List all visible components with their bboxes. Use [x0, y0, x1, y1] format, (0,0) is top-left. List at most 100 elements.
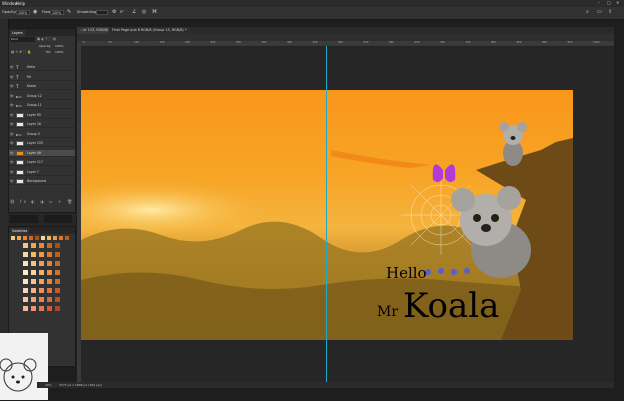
recent-swatch[interactable] — [35, 236, 39, 240]
visibility-eye-icon[interactable]: 👁 — [10, 121, 15, 128]
recent-swatch[interactable] — [41, 236, 45, 240]
visibility-eye-icon[interactable]: 👁 — [10, 131, 15, 138]
layer-row[interactable]: 👁 Layer 4H — [9, 149, 75, 157]
minimize-icon[interactable]: – — [598, 0, 600, 5]
swatch[interactable] — [55, 306, 60, 311]
recent-swatch[interactable] — [17, 236, 21, 240]
swatch[interactable] — [23, 288, 28, 293]
swatch[interactable] — [39, 261, 44, 266]
visibility-eye-icon[interactable]: 👁 — [10, 112, 15, 119]
swatch[interactable] — [23, 297, 28, 302]
visibility-eye-icon[interactable]: 👁 — [10, 169, 15, 176]
layer-row[interactable]: 👁 Layer 95 — [9, 112, 75, 119]
kind-filter[interactable]: Kind — [10, 37, 35, 42]
search-icon[interactable]: ⌕ — [586, 10, 589, 15]
swatch[interactable] — [47, 279, 52, 284]
swatch[interactable] — [31, 261, 36, 266]
menu-help[interactable]: Help — [16, 1, 25, 6]
layer-row[interactable]: 👁 ▸▭ Group 5 — [9, 131, 75, 138]
share-icon[interactable]: ⇪ — [608, 10, 612, 15]
tab-swatches[interactable]: Swatches — [10, 228, 30, 234]
visibility-eye-icon[interactable]: 👁 — [10, 140, 15, 147]
swatch[interactable] — [47, 261, 52, 266]
swatch[interactable] — [39, 270, 44, 275]
swatch[interactable] — [23, 306, 28, 311]
visibility-eye-icon[interactable]: 👁 — [10, 83, 15, 90]
gear-icon[interactable]: ⚙ — [112, 10, 116, 15]
visibility-eye-icon[interactable]: 👁 — [10, 150, 15, 157]
swatch[interactable] — [31, 279, 36, 284]
swatch[interactable] — [55, 243, 60, 248]
swatch[interactable] — [23, 252, 28, 257]
opacity-field[interactable]: 100% — [16, 10, 30, 15]
swatch[interactable] — [55, 270, 60, 275]
swatch[interactable] — [39, 243, 44, 248]
recent-swatch[interactable] — [65, 236, 69, 240]
recent-swatch[interactable] — [29, 236, 33, 240]
lock-icons[interactable]: ▦ ✎ ✥ ⬚ 🔒 — [11, 50, 32, 54]
layer-row[interactable]: 👁 T Mr — [9, 74, 75, 81]
maximize-icon[interactable]: □ — [607, 0, 611, 5]
swatch[interactable] — [23, 261, 28, 266]
fill-value[interactable]: 100% — [55, 50, 64, 54]
swatch[interactable] — [55, 252, 60, 257]
opacity-value[interactable]: 100% — [55, 44, 64, 48]
swatch[interactable] — [47, 288, 52, 293]
recent-swatch[interactable] — [53, 236, 57, 240]
swatch[interactable] — [55, 279, 60, 284]
swatch[interactable] — [31, 243, 36, 248]
visibility-eye-icon[interactable]: 👁 — [10, 93, 15, 100]
angle-value[interactable]: 0° — [120, 10, 124, 14]
swatch[interactable] — [47, 306, 52, 311]
layer-row[interactable]: 👁 Layer 117 — [9, 159, 75, 166]
layer-row[interactable]: 👁 Layer 105 — [9, 140, 75, 147]
swatch[interactable] — [47, 252, 52, 257]
swatch[interactable] — [31, 297, 36, 302]
layer-actions[interactable]: ⛓ fx ◐ ◑ ▭ ＋ 🗑 — [9, 199, 75, 207]
angle-icon[interactable]: ∠ — [132, 10, 136, 15]
tab-layers[interactable]: Layers — [10, 30, 25, 36]
swatch[interactable] — [39, 288, 44, 293]
swatch[interactable] — [39, 252, 44, 257]
filter-icons[interactable]: ▣ ◐ T ⬚ ▤ — [37, 37, 56, 41]
recent-swatch[interactable] — [23, 236, 27, 240]
swatch[interactable] — [47, 243, 52, 248]
layer-row[interactable]: 👁 T Hello — [9, 64, 75, 71]
smoothing-field[interactable] — [96, 10, 108, 15]
layer-row[interactable]: 👁 ▸▭ Group 11 — [9, 102, 75, 109]
visibility-eye-icon[interactable]: 👁 — [10, 74, 15, 81]
ruler-horizontal[interactable]: 0 50 100 150 200 250 300 350 400 450 500 550 600 650 7… — [77, 41, 614, 47]
airbrush-icon[interactable]: ✎ — [67, 10, 71, 15]
recent-swatch[interactable] — [11, 236, 15, 240]
swatch[interactable] — [23, 279, 28, 284]
layer-row[interactable]: 👁 ▸▭ Group 12 — [9, 93, 75, 100]
swatch[interactable] — [23, 243, 28, 248]
close-icon[interactable]: ✕ — [616, 0, 619, 5]
layer-row[interactable]: 👁 T Koala — [9, 83, 75, 90]
swatch[interactable] — [47, 297, 52, 302]
recent-swatch[interactable] — [47, 236, 51, 240]
swatch[interactable] — [31, 288, 36, 293]
symmetry-icon[interactable]: ⌘ — [152, 10, 157, 15]
vertical-guide[interactable] — [326, 46, 327, 382]
pressure-opacity-icon[interactable]: ◉ — [33, 10, 37, 15]
zoom-level[interactable]: 40% — [45, 382, 52, 388]
swatch[interactable] — [23, 270, 28, 275]
visibility-eye-icon[interactable]: 👁 — [10, 102, 15, 109]
swatch[interactable] — [47, 270, 52, 275]
pressure-size-icon[interactable]: ◎ — [142, 10, 146, 15]
swatch[interactable] — [55, 261, 60, 266]
swatch[interactable] — [55, 288, 60, 293]
artwork-canvas[interactable]: Hello Mr Koala — [81, 90, 573, 340]
visibility-eye-icon[interactable]: 👁 — [10, 159, 15, 166]
layer-row[interactable]: 👁 Background — [9, 178, 75, 185]
visibility-eye-icon[interactable]: 👁 — [10, 178, 15, 185]
swatch[interactable] — [31, 306, 36, 311]
swatch[interactable] — [39, 306, 44, 311]
layer-row[interactable]: 👁 Layer 16 — [9, 121, 75, 128]
workspace-icon[interactable]: ▭ — [597, 10, 602, 15]
swatch[interactable] — [31, 252, 36, 257]
swatch[interactable] — [55, 297, 60, 302]
swatch[interactable] — [39, 279, 44, 284]
flow-field[interactable]: 100% — [50, 10, 64, 15]
